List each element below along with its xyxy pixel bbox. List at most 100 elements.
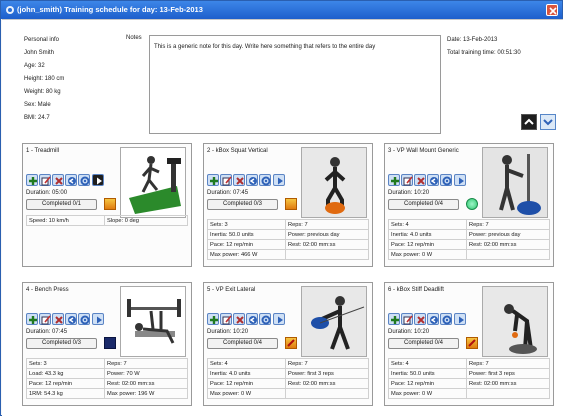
settings-button[interactable] (440, 174, 452, 186)
tools-icon (236, 177, 244, 185)
table-row: Max power: 466 W (207, 249, 369, 260)
previous-icon (249, 316, 257, 324)
settings-icon (80, 176, 90, 186)
exercise-duration: Duration: 07:45 (207, 190, 249, 196)
completed-button[interactable]: Completed 0/3 (207, 199, 278, 210)
add-button[interactable] (207, 313, 219, 325)
table-row: Load: 43.3 kg Power: 70 W (26, 368, 188, 379)
previous-button[interactable] (427, 174, 439, 186)
play-button[interactable] (454, 313, 466, 325)
table-row: Sets: 4 Reps: 7 (207, 358, 369, 369)
exercise-card[interactable]: 5 - VP Exit Lateral Duration: 10:20 Comp… (203, 282, 373, 406)
table-row: Inertia: 50.0 units Power: previous day (207, 229, 369, 240)
settings-button[interactable] (78, 174, 90, 186)
exercise-details: Sets: 4 Reps: 7 Inertia: 50.0 units Power:… (388, 358, 550, 399)
settings-button[interactable] (78, 313, 90, 325)
detail-cell: Rest: 02:00 mm:ss (104, 378, 188, 389)
detail-cell: Sets: 3 (26, 358, 105, 369)
completed-button[interactable]: Completed 0/4 (388, 338, 459, 349)
completed-button[interactable]: Completed 0/4 (388, 199, 459, 210)
edit-button[interactable] (220, 313, 232, 325)
settings-button[interactable] (440, 313, 452, 325)
detail-cell: Sets: 4 (207, 358, 286, 369)
previous-button[interactable] (427, 313, 439, 325)
play-button[interactable] (454, 174, 466, 186)
edit-button[interactable] (39, 313, 51, 325)
arrow-up-icon (524, 118, 534, 125)
tools-button[interactable] (233, 174, 245, 186)
exercise-image (120, 286, 186, 357)
move-up-button[interactable] (521, 114, 537, 130)
detail-cell (285, 249, 369, 260)
previous-icon (430, 316, 438, 324)
tools-button[interactable] (233, 313, 245, 325)
title-bar: (john_smith) Training schedule for day: … (1, 1, 562, 19)
play-button[interactable] (92, 174, 104, 186)
status-indicator (104, 198, 116, 210)
exercise-card[interactable]: 2 - kBox Squat Vertical Duration: 07:45 … (203, 143, 373, 267)
previous-button[interactable] (246, 313, 258, 325)
exercise-duration: Duration: 05:00 (26, 190, 68, 196)
settings-button[interactable] (259, 174, 271, 186)
edit-button[interactable] (401, 313, 413, 325)
notes-field[interactable]: This is a generic note for this day. Wri… (149, 35, 441, 134)
tools-icon (417, 316, 425, 324)
exercise-duration: Duration: 10:20 (388, 190, 430, 196)
moon-icon (104, 337, 116, 349)
exercise-image (482, 286, 548, 357)
person-name: John Smith (24, 50, 55, 56)
edit-button[interactable] (401, 174, 413, 186)
add-button[interactable] (388, 174, 400, 186)
previous-icon (249, 177, 257, 185)
detail-cell: Rest: 02:00 mm:ss (466, 239, 550, 250)
detail-cell: Sets: 3 (207, 219, 286, 230)
exercise-card[interactable]: 4 - Bench Press Duration: 07:45 Complete… (22, 282, 192, 406)
previous-icon (430, 177, 438, 185)
table-row: Speed: 10 km/h Slope: 0 deg (26, 215, 188, 226)
edit-icon (222, 315, 232, 325)
tools-button[interactable] (414, 313, 426, 325)
previous-button[interactable] (65, 174, 77, 186)
tools-icon (55, 316, 63, 324)
exercise-card[interactable]: 3 - VP Wall Mount Generic Duration: 10:2… (384, 143, 554, 267)
tools-button[interactable] (52, 174, 64, 186)
play-icon (459, 316, 464, 324)
close-button[interactable] (546, 4, 558, 16)
play-button[interactable] (92, 313, 104, 325)
app-icon (6, 6, 14, 14)
add-button[interactable] (26, 174, 38, 186)
table-row: Inertia: 4.0 units Power: first 3 reps (207, 368, 369, 379)
detail-cell (466, 388, 550, 399)
person-bmi: BMI: 24.7 (24, 115, 50, 121)
play-button[interactable] (273, 313, 285, 325)
add-button[interactable] (207, 174, 219, 186)
completed-button[interactable]: Completed 0/4 (207, 338, 278, 349)
completed-button[interactable]: Completed 0/1 (26, 199, 97, 210)
detail-cell: Pace: 12 rep/min (388, 239, 467, 250)
previous-button[interactable] (65, 313, 77, 325)
detail-cell: Power: first 3 reps (466, 368, 550, 379)
play-button[interactable] (273, 174, 285, 186)
tools-button[interactable] (52, 313, 64, 325)
tools-icon (236, 316, 244, 324)
move-down-button[interactable] (540, 114, 556, 130)
exercise-card[interactable]: 1 - Treadmill Duration: 05:00 Completed … (22, 143, 192, 267)
add-button[interactable] (26, 313, 38, 325)
detail-cell: Speed: 10 km/h (26, 215, 105, 226)
exercise-card[interactable]: 6 - kBox Stiff Deadlift Duration: 10:20 (384, 282, 554, 406)
previous-button[interactable] (246, 174, 258, 186)
edit-button[interactable] (39, 174, 51, 186)
detail-cell: Power: previous day (285, 229, 369, 240)
settings-icon (261, 315, 271, 325)
completed-button[interactable]: Completed 0/3 (26, 338, 97, 349)
settings-icon (80, 315, 90, 325)
detail-cell: Power: previous day (466, 229, 550, 240)
table-row: Sets: 4 Reps: 7 (388, 219, 550, 230)
day-info: Date: 13-Feb-2013 Total training time: 0… (447, 34, 559, 60)
tools-button[interactable] (414, 174, 426, 186)
edit-button[interactable] (220, 174, 232, 186)
detail-cell: Power: 70 W (104, 368, 188, 379)
close-icon (549, 7, 557, 15)
add-button[interactable] (388, 313, 400, 325)
settings-button[interactable] (259, 313, 271, 325)
